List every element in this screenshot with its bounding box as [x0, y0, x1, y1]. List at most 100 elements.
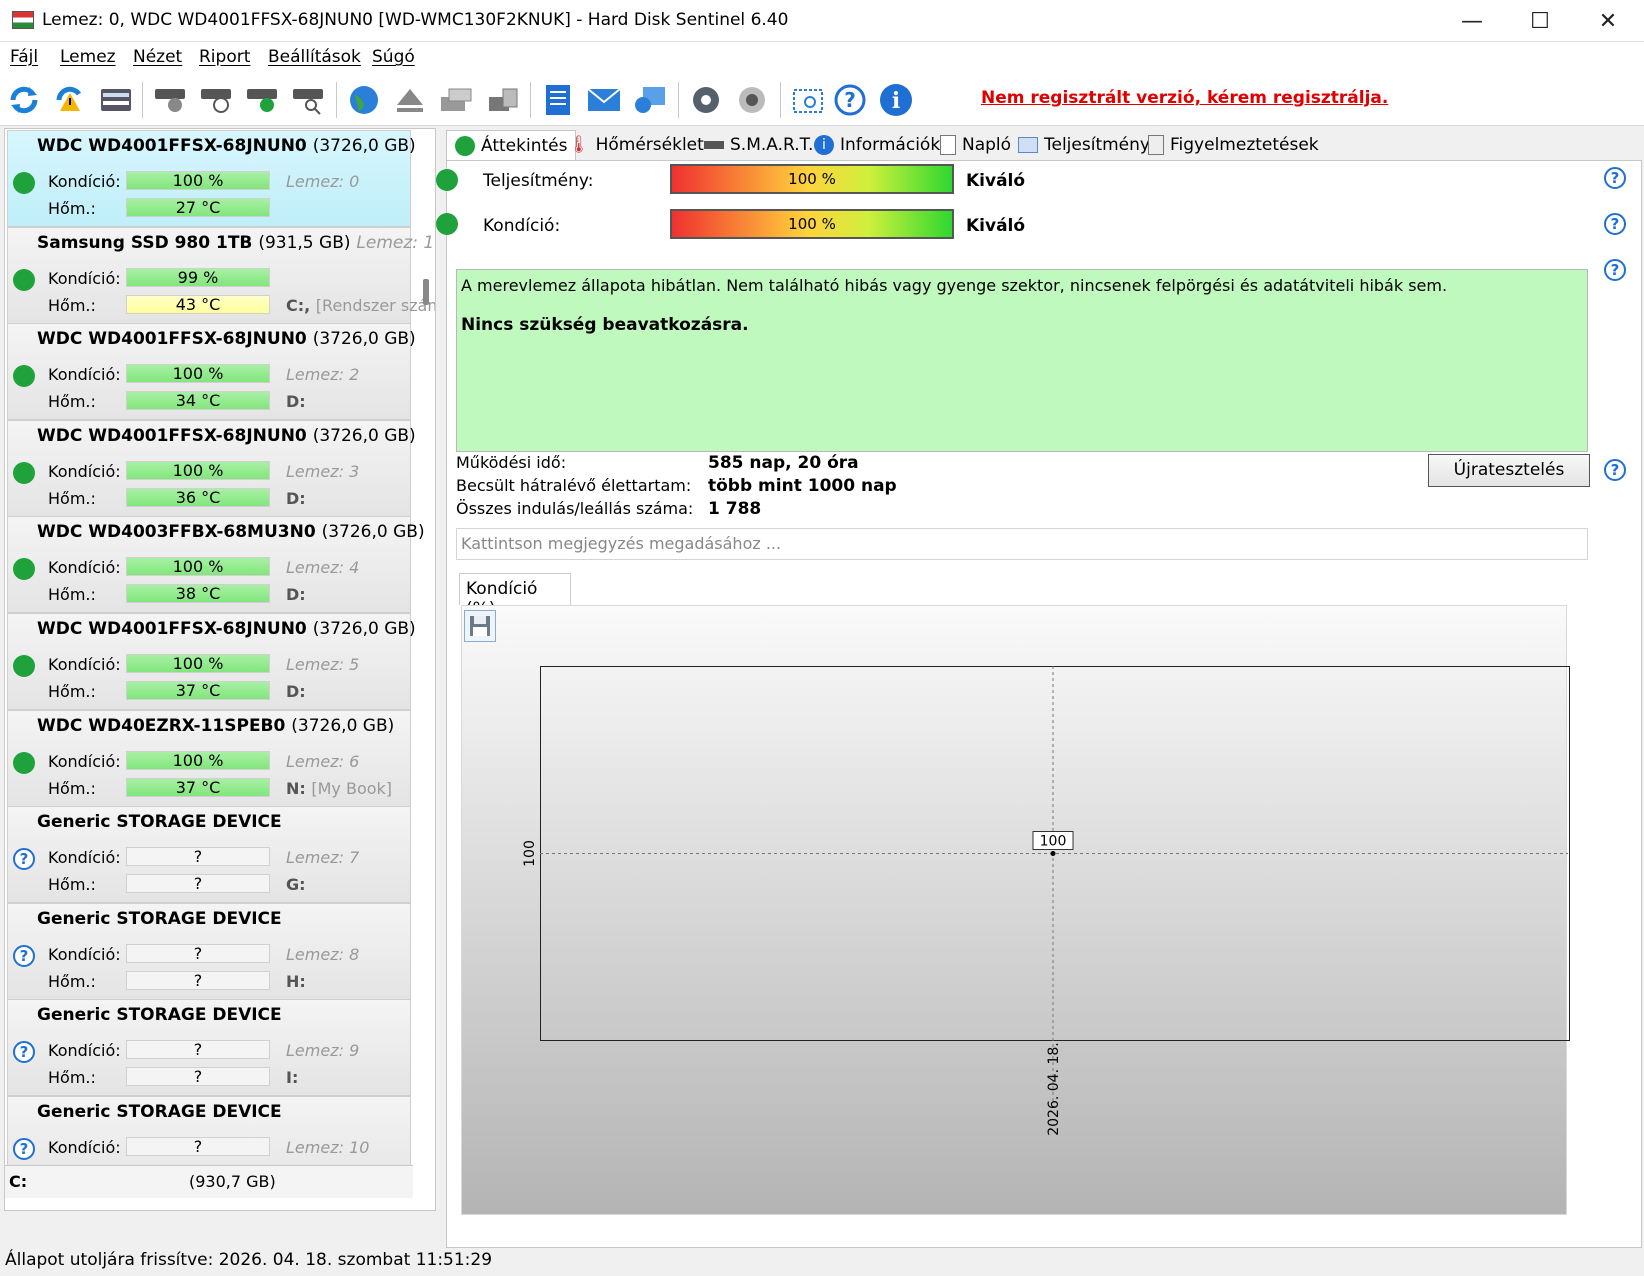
- close-button[interactable]: ✕: [1574, 0, 1642, 42]
- temp-label: Hőm.:: [48, 1068, 96, 1088]
- temp-label: Hőm.:: [48, 585, 96, 605]
- registration-link[interactable]: Nem regisztrált verzió, kérem regisztrál…: [981, 88, 1388, 108]
- disk-index: Lemez: 3: [286, 461, 360, 481]
- refresh-warning-icon[interactable]: [50, 80, 90, 120]
- status-ok-icon: [13, 461, 35, 484]
- help-icon[interactable]: ?: [1604, 259, 1626, 281]
- chart-tab-condition[interactable]: Kondíció (%): [459, 573, 571, 619]
- maximize-button[interactable]: ☐: [1506, 0, 1574, 42]
- mail-icon[interactable]: [584, 80, 624, 120]
- temperature-bar: 34 °C: [126, 391, 270, 411]
- status-unknown-icon: ?: [13, 848, 35, 871]
- disk-index: Lemez: 10: [286, 1138, 370, 1157]
- drive-letters: N: [My Book]: [286, 779, 392, 798]
- menu-help[interactable]: Súgó: [372, 47, 415, 67]
- drive-letter: N:: [286, 778, 306, 798]
- disk-index: Lemez: 0: [286, 172, 360, 191]
- retest-button[interactable]: Újratesztelés: [1428, 454, 1590, 487]
- disk-schedule-icon[interactable]: [196, 80, 236, 120]
- disk-item[interactable]: WDC WD4001FFSX-68JNUN0 (3726,0 GB) Kondíc…: [7, 419, 416, 517]
- disk-ok-icon[interactable]: [242, 80, 282, 120]
- temp-label: Hőm.:: [48, 778, 96, 798]
- partition-bar: C: (930,7 GB): [5, 1165, 413, 1198]
- eject-icon[interactable]: [390, 80, 430, 120]
- status-message-text: A merevlemez állapota hibátlan. Nem talá…: [461, 276, 1448, 295]
- app-icon: [12, 11, 34, 29]
- screenshot-icon[interactable]: [788, 80, 828, 120]
- drive-letter: D:: [286, 682, 306, 701]
- disk-test-icon[interactable]: [150, 80, 190, 120]
- tab-overview[interactable]: Áttekintés: [446, 130, 577, 160]
- help-icon[interactable]: ?: [1604, 167, 1626, 189]
- disk-size: (3726,0 GB): [312, 329, 416, 350]
- disk-index: Lemez: 2: [286, 365, 360, 385]
- condition-bar: ?: [126, 943, 270, 963]
- report-icon[interactable]: [538, 80, 578, 120]
- disk-size: (931,5 GB): [258, 232, 351, 253]
- temp-label: Hőm.:: [48, 875, 96, 895]
- condition-bar: 100 %: [126, 460, 270, 480]
- menu-view[interactable]: Nézet: [133, 47, 182, 67]
- condition-bar: 100 %: [126, 364, 270, 384]
- temp-label: Hőm.:: [48, 392, 96, 412]
- drive-letter: C:,: [286, 295, 311, 315]
- help-icon[interactable]: ?: [1604, 459, 1626, 481]
- disk-item[interactable]: Generic STORAGE DEVICE? Kondíció:? Hőm.:? L…: [7, 806, 411, 904]
- disk-name: Generic STORAGE DEVICE: [37, 812, 282, 832]
- help-icon[interactable]: ?: [830, 80, 870, 120]
- condition-rating: Kiváló: [966, 216, 1026, 236]
- refresh-icon[interactable]: [4, 80, 44, 120]
- disk-transfer-icon[interactable]: [482, 80, 522, 120]
- help-icon[interactable]: ?: [1604, 213, 1626, 235]
- document-icon: [940, 135, 956, 155]
- tab-alerts[interactable]: Figyelmeztetések: [1148, 130, 1319, 160]
- disk-item[interactable]: WDC WD4001FFSX-68JNUN0 (3726,0 GB) Kondíc…: [7, 613, 416, 710]
- temperature-bar: ?: [126, 970, 270, 990]
- disk-item[interactable]: Samsung SSD 980 1TB (931,5 GB) Lemez: 1 K…: [7, 226, 435, 324]
- drive-letter: I:: [286, 1068, 299, 1088]
- drive-letters: H:: [286, 972, 306, 991]
- disk-item[interactable]: WDC WD4001FFSX-68JNUN0 (3726,0 GB) Kondíc…: [7, 130, 416, 227]
- drive-letter: D:: [286, 488, 306, 508]
- menu-report[interactable]: Riport: [199, 47, 250, 67]
- tab-performance[interactable]: Teljesítmény: [1018, 130, 1150, 160]
- tab-log[interactable]: Napló: [940, 130, 1011, 160]
- condition-label: Kondíció:: [48, 944, 121, 964]
- temperature-bar: ?: [126, 1067, 270, 1087]
- window-title: Lemez: 0, WDC WD4001FFSX-68JNUN0 [WD-WMC…: [42, 10, 789, 30]
- menu-file[interactable]: Fájl: [10, 47, 38, 67]
- about-icon[interactable]: i: [876, 80, 916, 120]
- drive-letters: D:: [286, 489, 306, 508]
- status-unknown-icon: ?: [13, 1041, 35, 1064]
- disk-search-icon[interactable]: [288, 80, 328, 120]
- title-bar: Lemez: 0, WDC WD4001FFSX-68JNUN0 [WD-WMC…: [0, 0, 1644, 42]
- disk-item[interactable]: WDC WD4001FFSX-68JNUN0 (3726,0 GB) Kondíc…: [7, 323, 416, 421]
- status-unknown-icon: ?: [13, 944, 35, 967]
- disk-item[interactable]: WDC WD40EZRX-11SPEB0 (3726,0 GB) Kondíció…: [7, 709, 411, 807]
- disk-item[interactable]: Generic STORAGE DEVICE? Kondíció:? Hőm.:? L…: [7, 999, 411, 1097]
- disk-copy-icon[interactable]: [436, 80, 476, 120]
- disk-name: Samsung SSD 980 1TB (931,5 GB) Lemez: 1: [37, 233, 434, 253]
- menu-disk[interactable]: Lemez: [60, 47, 116, 67]
- condition-label: Kondíció:: [48, 1041, 121, 1061]
- menu-settings[interactable]: Beállítások: [268, 47, 361, 67]
- data-label: 100: [1040, 834, 1067, 850]
- network-icon[interactable]: [630, 80, 670, 120]
- globe-icon[interactable]: [344, 80, 384, 120]
- note-input[interactable]: Kattintson megjegyzés megadásához ...: [456, 528, 1588, 560]
- gear-icon[interactable]: [686, 80, 726, 120]
- minimize-button[interactable]: —: [1438, 0, 1506, 42]
- condition-bar: 100 %: [126, 171, 270, 190]
- disk-info-icon[interactable]: [96, 80, 136, 120]
- scrollbar-thumb[interactable]: [423, 279, 429, 305]
- tab-information[interactable]: i Információk: [814, 130, 940, 160]
- disk-size: (3726,0 GB): [291, 715, 395, 736]
- tab-temperature[interactable]: 🌡 Hőmérséklet: [568, 130, 704, 160]
- tab-smart[interactable]: S.M.A.R.T.: [704, 130, 813, 160]
- disk-item[interactable]: WDC WD4003FFBX-68MU3N0 (3726,0 GB) Kondíc…: [7, 516, 425, 614]
- disk-item[interactable]: Generic STORAGE DEVICE? Kondíció:? Hőm.:? L…: [7, 902, 411, 1000]
- temp-label: Hőm.:: [48, 488, 96, 508]
- status-bar: Állapot utoljára frissítve: 2026. 04. 18…: [0, 1248, 1644, 1276]
- disk-size: (3726,0 GB): [312, 425, 416, 446]
- sound-icon[interactable]: [732, 80, 772, 120]
